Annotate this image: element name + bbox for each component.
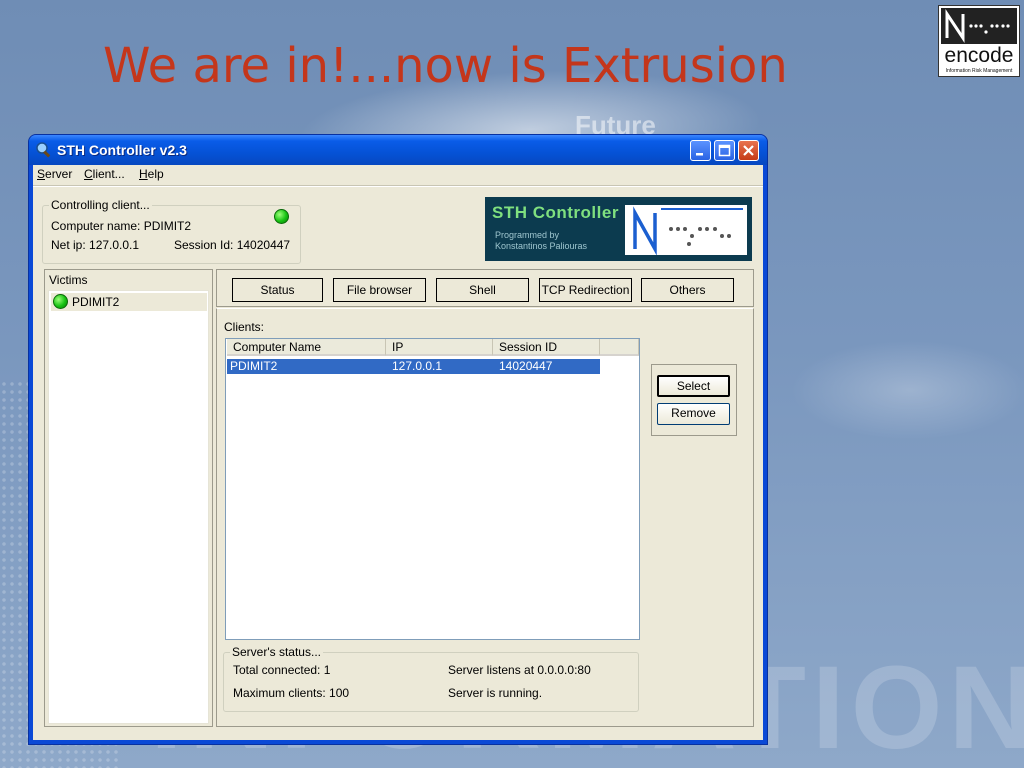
clients-label: Clients: — [224, 320, 265, 334]
menu-help-mnemonic: H — [139, 167, 148, 181]
sth-controller-window: STH Controller v2.3 Server Client... Hel… — [29, 135, 767, 744]
tab-file-browser[interactable]: File browser — [333, 278, 426, 302]
banner-credit-line: Konstantinos Paliouras — [495, 241, 588, 251]
logo-mark-icon — [941, 8, 1017, 44]
column-header-filler — [600, 339, 639, 356]
list-item[interactable]: PDIMIT2 — [51, 293, 207, 311]
menu-client-label: lient... — [92, 167, 125, 181]
column-header-ip[interactable]: IP — [386, 339, 493, 356]
cell-session-id: 14020447 — [499, 359, 553, 373]
column-header-computer-name[interactable]: Computer Name — [227, 339, 386, 356]
total-connected-text: Total connected: 1 — [233, 663, 331, 677]
banner-credit: Programmed by Konstantinos Paliouras — [495, 230, 587, 252]
tab-others[interactable]: Others — [641, 278, 734, 302]
window-title: STH Controller v2.3 — [57, 142, 187, 158]
victim-label: PDIMIT2 — [72, 295, 120, 309]
banner-title: STH Controller — [492, 203, 619, 222]
slide-title: We are in!...now is Extrusion — [103, 38, 788, 94]
column-header-session-id[interactable]: Session ID — [493, 339, 600, 356]
sth-banner: STH Controller Programmed by Konstantino… — [485, 197, 752, 261]
server-status-group: Server's status... Total connected: 1 Ma… — [223, 645, 639, 712]
cell-computer-name: PDIMIT2 — [230, 359, 278, 373]
maximum-clients-text: Maximum clients: 100 — [233, 686, 350, 700]
cell-ip: 127.0.0.1 — [392, 359, 443, 373]
tab-strip: Status File browser Shell TCP Redirectio… — [216, 269, 754, 307]
tab-status[interactable]: Status — [232, 278, 323, 302]
logo-tagline: Information Risk Management — [945, 68, 1013, 74]
remove-button[interactable]: Remove — [657, 403, 730, 425]
menu-help[interactable]: Help — [139, 167, 164, 181]
menu-bar: Server Client... Help — [33, 165, 763, 185]
encode-logo: encode Information Risk Management — [938, 5, 1020, 77]
controlling-client-group: Controlling client... Computer name: PDI… — [42, 198, 301, 264]
window-titlebar[interactable]: STH Controller v2.3 — [29, 135, 767, 165]
online-status-icon — [53, 294, 68, 309]
menu-help-label: elp — [147, 167, 164, 181]
connection-status-icon — [274, 209, 289, 224]
group-title: Server's status... — [230, 645, 323, 659]
session-id-text: Session Id: 14020447 — [174, 238, 291, 252]
banner-credit-line: Programmed by — [495, 230, 560, 240]
menu-client[interactable]: Client... — [84, 167, 125, 181]
tab-shell[interactable]: Shell — [436, 278, 529, 302]
minimize-icon — [696, 153, 703, 156]
menu-server[interactable]: Server — [37, 167, 72, 181]
menu-server-label: erver — [45, 167, 73, 181]
menu-client-mnemonic: C — [84, 167, 93, 181]
window-client-area: Server Client... Help Controlling client… — [33, 165, 763, 740]
client-actions-group: Select Remove — [651, 364, 737, 436]
menu-server-mnemonic: S — [37, 167, 46, 181]
close-icon — [743, 145, 754, 156]
server-running-text: Server is running. — [448, 686, 543, 700]
menu-divider — [33, 185, 763, 187]
maximize-icon — [718, 144, 731, 157]
server-listens-text: Server listens at 0.0.0.0:80 — [448, 663, 591, 677]
banner-logo-icon — [625, 205, 747, 256]
tab-tcp-redirection[interactable]: TCP Redirection — [539, 278, 632, 302]
victims-panel: Victims PDIMIT2 — [44, 269, 213, 727]
computer-name-text: Computer name: PDIMIT2 — [51, 219, 192, 233]
maximize-button[interactable] — [714, 140, 735, 161]
victims-header: Victims — [49, 273, 88, 287]
minimize-button[interactable] — [690, 140, 711, 161]
logo-wordmark: encode — [944, 44, 1014, 67]
victims-list[interactable]: PDIMIT2 — [48, 290, 209, 724]
close-button[interactable] — [738, 140, 759, 161]
clients-table[interactable]: Computer Name IP Session ID PDIMIT2 127.… — [225, 338, 640, 640]
table-row[interactable]: PDIMIT2 127.0.0.1 14020447 — [227, 359, 600, 374]
select-button[interactable]: Select — [657, 375, 730, 397]
background-glow — [790, 340, 1024, 440]
group-title: Controlling client... — [49, 198, 152, 212]
net-ip-text: Net ip: 127.0.0.1 — [51, 238, 140, 252]
app-icon — [36, 142, 51, 158]
